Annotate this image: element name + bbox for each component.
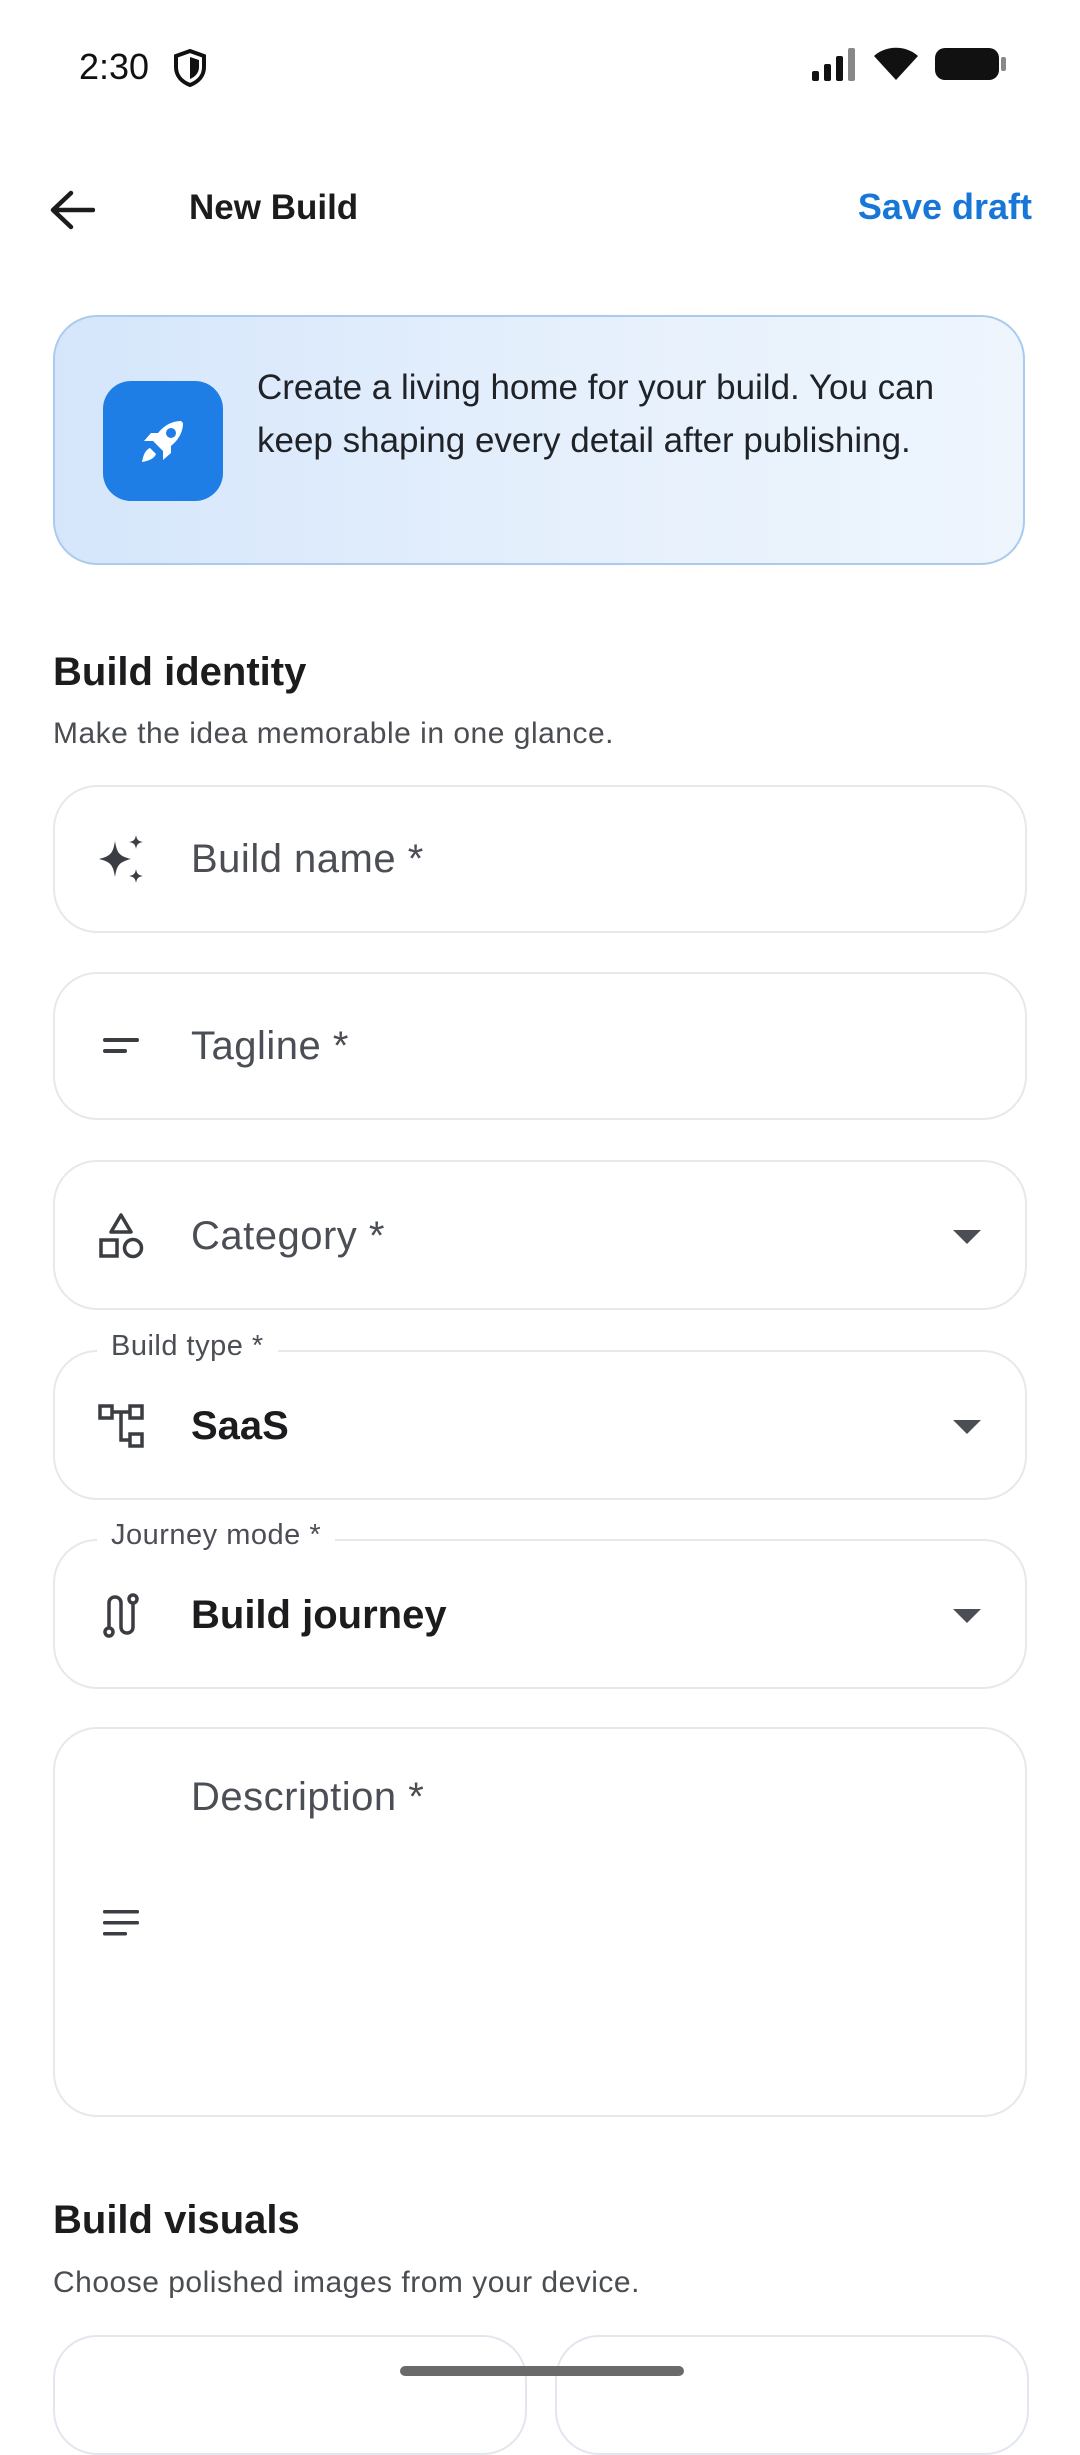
build-type-dropdown[interactable]: Build type * SaaS bbox=[53, 1330, 1027, 1500]
journey-mode-dropdown[interactable]: Journey mode * Build journey bbox=[53, 1519, 1027, 1689]
rocket-icon-tile bbox=[103, 381, 223, 501]
journey-mode-label: Journey mode * bbox=[97, 1519, 336, 1552]
category-placeholder: Category * bbox=[191, 1214, 385, 1258]
app-bar: New Build Save draft bbox=[0, 150, 1080, 270]
rocket-icon bbox=[142, 421, 183, 462]
shapes-icon bbox=[93, 1208, 149, 1264]
chevron-down-icon bbox=[953, 1420, 981, 1434]
status-bar: 2:30 bbox=[0, 0, 1080, 134]
category-dropdown[interactable]: Category * bbox=[53, 1160, 1027, 1310]
tagline-placeholder: Tagline * bbox=[191, 1024, 349, 1068]
chevron-down-icon bbox=[953, 1230, 981, 1244]
home-indicator[interactable] bbox=[400, 2366, 684, 2376]
notes-icon bbox=[93, 1895, 149, 1951]
route-icon bbox=[93, 1587, 149, 1643]
short-text-icon bbox=[93, 1018, 149, 1074]
info-banner: Create a living home for your build. You… bbox=[53, 315, 1025, 565]
build-type-label: Build type * bbox=[97, 1330, 278, 1363]
build-name-placeholder: Build name * bbox=[191, 837, 424, 881]
description-placeholder: Description * bbox=[191, 1775, 425, 1819]
wifi-icon bbox=[874, 47, 918, 80]
description-textarea[interactable]: Description * bbox=[53, 1727, 1027, 2117]
build-name-field[interactable]: Build name * bbox=[53, 785, 1027, 933]
tagline-field[interactable]: Tagline * bbox=[53, 972, 1027, 1120]
section-subtitle-identity: Make the idea memorable in one glance. bbox=[53, 717, 614, 750]
build-type-value: SaaS bbox=[191, 1404, 289, 1448]
visual-card-1[interactable] bbox=[53, 2335, 527, 2455]
section-subtitle-visuals: Choose polished images from your device. bbox=[53, 2266, 640, 2299]
signal-icon bbox=[812, 48, 855, 81]
save-draft-button[interactable]: Save draft bbox=[858, 186, 1032, 228]
battery-icon bbox=[935, 48, 1006, 80]
sparkle-icon bbox=[93, 831, 149, 887]
section-title-visuals: Build visuals bbox=[53, 2198, 300, 2242]
banner-text: Create a living home for your build. You… bbox=[257, 368, 935, 460]
visual-card-2[interactable] bbox=[555, 2335, 1029, 2455]
status-time: 2:30 bbox=[79, 46, 150, 87]
back-button[interactable] bbox=[42, 180, 102, 240]
shield-icon bbox=[174, 48, 206, 88]
hierarchy-icon bbox=[93, 1398, 149, 1454]
page-title: New Build bbox=[189, 188, 359, 227]
journey-mode-value: Build journey bbox=[191, 1593, 447, 1637]
arrow-back-icon bbox=[50, 190, 95, 230]
system-icons bbox=[810, 46, 1008, 82]
chevron-down-icon bbox=[953, 1609, 981, 1623]
section-title-identity: Build identity bbox=[53, 650, 307, 694]
